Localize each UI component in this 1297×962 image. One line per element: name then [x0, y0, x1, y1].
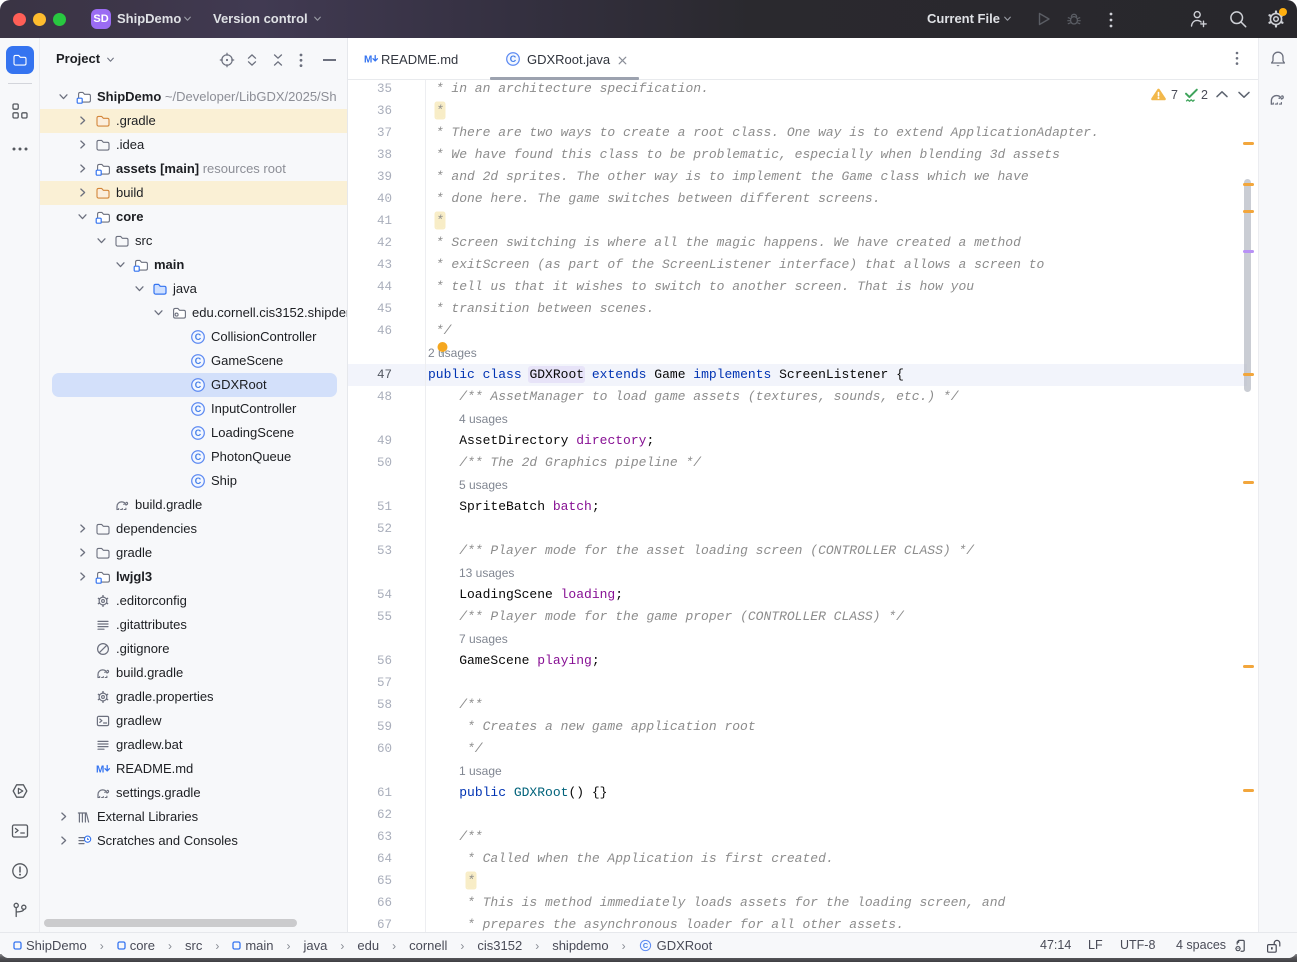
svg-text:C: C — [195, 332, 202, 342]
svg-text:C: C — [195, 476, 202, 486]
svg-text:C: C — [642, 941, 648, 950]
svg-text:C: C — [195, 452, 202, 462]
svg-text:C: C — [510, 54, 517, 64]
svg-text:M: M — [364, 55, 372, 66]
svg-text:C: C — [195, 380, 202, 390]
svg-text:C: C — [195, 356, 202, 366]
svg-text:C: C — [195, 404, 202, 414]
svg-text:M: M — [96, 765, 104, 776]
svg-text:C: C — [195, 428, 202, 438]
